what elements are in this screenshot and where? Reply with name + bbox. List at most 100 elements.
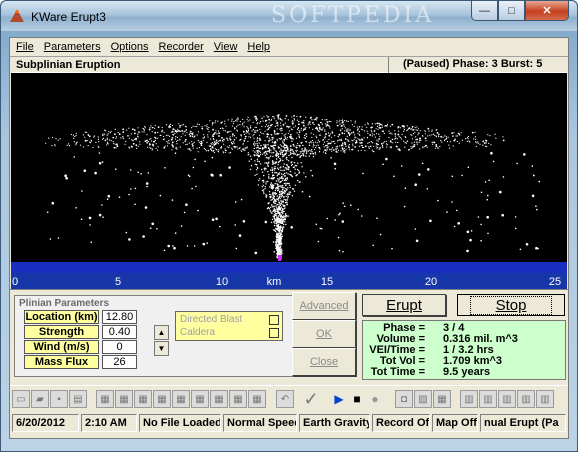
map-icon[interactable]: ▧: [414, 390, 432, 408]
ash-particle: [282, 123, 285, 126]
ash-particle: [346, 135, 348, 137]
menu-parameters[interactable]: Parameters: [44, 41, 101, 53]
directed-blast-checkbox[interactable]: [269, 315, 279, 325]
ash-particle: [259, 163, 262, 165]
ash-particle: [343, 147, 345, 149]
ash-particle: [285, 172, 288, 174]
ash-particle: [281, 250, 283, 252]
ash-particle: [192, 136, 194, 138]
ash-particle: [373, 151, 375, 153]
ash-particle: [277, 224, 279, 226]
ash-particle: [212, 128, 215, 131]
ash-particle: [277, 146, 279, 148]
layer-5-icon[interactable]: ▥: [536, 390, 554, 408]
scene-1-icon[interactable]: ▦: [96, 390, 114, 408]
save-icon[interactable]: ▪: [50, 390, 68, 408]
scene-2-icon[interactable]: ▦: [115, 390, 133, 408]
menu-help[interactable]: Help: [247, 41, 270, 53]
ash-particle: [357, 132, 359, 134]
layer-4-icon[interactable]: ▥: [517, 390, 535, 408]
layer-2-icon[interactable]: ▥: [479, 390, 497, 408]
ash-particle: [260, 121, 262, 123]
scene-3-icon[interactable]: ▦: [134, 390, 152, 408]
ash-particle: [284, 214, 287, 216]
scene-9-icon[interactable]: ▦: [248, 390, 266, 408]
ash-particle: [429, 134, 431, 136]
ash-particle: [378, 148, 380, 150]
ash-particle: [354, 146, 356, 148]
layer-3-icon[interactable]: ▥: [498, 390, 516, 408]
ash-particle: [271, 198, 273, 201]
checkmark-icon[interactable]: ✓: [302, 389, 320, 409]
close-button[interactable]: ✕: [525, 1, 569, 21]
scene-4-icon[interactable]: ▦: [153, 390, 171, 408]
ash-particle: [174, 232, 177, 234]
ash-particle: [90, 241, 92, 243]
ash-particle: [278, 133, 280, 135]
camera-icon[interactable]: ◘: [395, 390, 413, 408]
erupt-button[interactable]: Erupt: [362, 294, 446, 316]
play-icon[interactable]: ▶: [330, 390, 348, 408]
grid-icon[interactable]: ▦: [433, 390, 451, 408]
record-icon[interactable]: ●: [366, 390, 384, 408]
close-params-button[interactable]: Close: [292, 348, 356, 376]
ash-particle: [411, 138, 414, 140]
ash-particle: [358, 133, 360, 135]
ash-particle: [297, 123, 300, 126]
caldera-checkbox[interactable]: [269, 328, 279, 338]
title-bar[interactable]: KWare Erupt3 SOFTPEDIA — □ ✕: [1, 1, 577, 31]
ash-particle: [266, 133, 269, 135]
ash-particle: [229, 137, 231, 139]
ash-particle: [455, 135, 457, 137]
open-folder-icon[interactable]: ▰: [31, 390, 49, 408]
location-field[interactable]: 12.80: [102, 310, 137, 324]
stop-icon[interactable]: ■: [348, 390, 366, 408]
scene-5-icon[interactable]: ▦: [172, 390, 190, 408]
ash-particle: [273, 161, 275, 163]
ash-particle: [290, 174, 293, 177]
ash-particle: [275, 241, 277, 243]
new-file-icon[interactable]: ▭: [12, 390, 30, 408]
ash-particle: [137, 131, 139, 133]
layer-1-icon[interactable]: ▥: [460, 390, 478, 408]
strength-field[interactable]: 0.40: [102, 325, 137, 339]
wind-field[interactable]: 0: [102, 340, 137, 354]
minimize-button[interactable]: —: [471, 1, 498, 21]
ash-particle: [514, 216, 517, 218]
scene-6-icon[interactable]: ▦: [191, 390, 209, 408]
ok-button[interactable]: OK: [292, 320, 356, 348]
ash-particle: [179, 124, 182, 127]
ash-particle: [75, 207, 77, 209]
ash-particle: [171, 124, 174, 126]
mass-flux-field[interactable]: 26: [102, 355, 137, 369]
ash-particle: [246, 126, 248, 128]
menu-file[interactable]: File: [16, 41, 34, 53]
ash-particle: [341, 132, 344, 134]
scene-7-icon[interactable]: ▦: [210, 390, 228, 408]
menu-options[interactable]: Options: [111, 41, 149, 53]
ash-particle: [353, 138, 355, 140]
ash-particle: [269, 169, 272, 171]
spin-up-button[interactable]: ▲: [154, 325, 169, 340]
scene-8-icon[interactable]: ▦: [229, 390, 247, 408]
ash-particle: [277, 180, 279, 182]
stop-button[interactable]: Stop: [457, 294, 565, 316]
ash-particle: [221, 127, 223, 129]
ash-particle: [313, 123, 315, 126]
ash-particle: [115, 168, 117, 170]
ash-particle: [400, 165, 403, 167]
menu-view[interactable]: View: [214, 41, 238, 53]
ash-particle: [241, 150, 243, 152]
ash-particle: [150, 147, 152, 149]
advanced-button[interactable]: Advanced: [292, 292, 356, 320]
maximize-button[interactable]: □: [498, 1, 525, 21]
ash-particle: [281, 133, 283, 135]
print-icon[interactable]: ▤: [69, 390, 87, 408]
ash-particle: [414, 145, 416, 148]
ash-particle: [334, 135, 336, 137]
undo-icon[interactable]: ↶: [276, 390, 294, 408]
ash-particle: [82, 146, 84, 148]
menu-recorder[interactable]: Recorder: [159, 41, 204, 53]
ash-particle: [319, 148, 321, 150]
spin-down-button[interactable]: ▼: [154, 341, 169, 356]
